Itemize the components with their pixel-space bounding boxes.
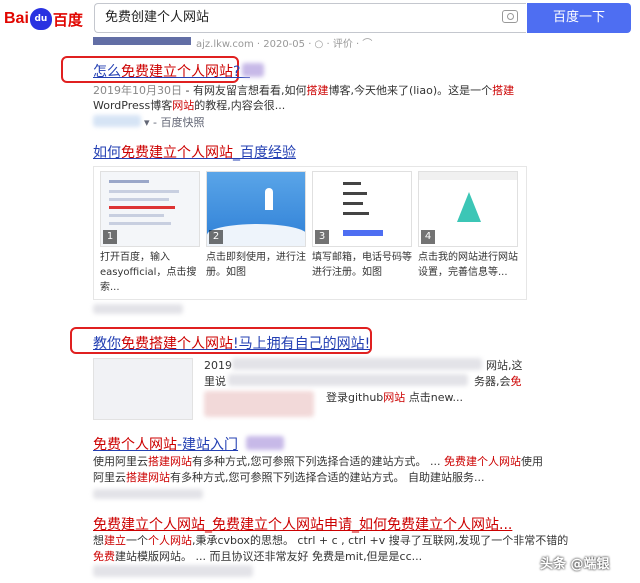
paw-icon: du — [29, 8, 52, 30]
redacted-text — [232, 358, 482, 370]
step-thumbnail: 1 — [100, 171, 200, 247]
result-snippet: 免费建站模版网站。 ... 而且协议还非常友好 免费是mit,但是是cc... — [93, 550, 423, 563]
search-button[interactable]: 百度一下 — [527, 3, 631, 33]
result-title[interactable]: 怎么免费建立个人网站? - — [93, 61, 250, 81]
result-snippet: WordPress博客网站的教程,内容会很... — [93, 99, 286, 112]
redacted-url — [93, 565, 253, 577]
step-thumbnail: 2 — [206, 171, 306, 247]
redacted-text — [246, 436, 284, 450]
step-card[interactable]: 4 点击我的网站进行网站设置，完善信息等... — [418, 171, 518, 280]
redacted-url — [93, 304, 183, 314]
watermark: 头条 @端银 — [540, 557, 610, 572]
result-snippet: 务器,会免 — [474, 375, 522, 388]
result-cache-link[interactable]: ▾ - 百度快照 — [144, 114, 205, 130]
result-snippet: 阿里云搭建网站有多种方式,您可参照下列选择合适的建站方式。 自助建站服务... — [93, 471, 485, 484]
result-snippet: 想建立一个个人网站,秉承cvbox的思想。 ctrl + c , ctrl +v… — [93, 534, 569, 547]
search-header: Bai du 百度 免费创建个人网站 百度一下 — [0, 0, 640, 38]
camera-icon[interactable] — [502, 10, 518, 23]
result-snippet: 2019 — [204, 359, 232, 372]
search-input[interactable]: 免费创建个人网站 — [94, 3, 526, 33]
result-title[interactable]: 免费建立个人网站_免费建立个人网站申请_如何免费建立个人网站... — [93, 514, 512, 534]
logo-text-bai: Bai — [4, 10, 29, 27]
redacted-url — [93, 115, 141, 127]
result-title[interactable]: 免费个人网站-建站入门 — [93, 434, 238, 454]
result-snippet: 使用阿里云搭建网站有多种方式,您可参照下列选择合适的建站方式。 ... 免费建个… — [93, 455, 543, 468]
step-thumbnail: 3 — [312, 171, 412, 247]
step-card[interactable]: 2 点击即刻使用，进行注册。如图 — [206, 171, 306, 280]
baidu-logo[interactable]: Bai du 百度 — [4, 6, 83, 32]
step-card[interactable]: 1 打开百度，输入easyofficial，点击搜索... — [100, 171, 200, 295]
step-cards: 1 打开百度，输入easyofficial，点击搜索... 2 点击即刻使用，进… — [93, 166, 527, 300]
redacted-url — [93, 489, 203, 499]
result-title[interactable]: 如何免费建立个人网站_百度经验 — [93, 142, 296, 162]
result-snippet: 登录github网站 点击new... — [326, 391, 463, 404]
redacted-text — [204, 391, 314, 417]
result-thumbnail[interactable] — [93, 358, 193, 420]
previous-result-url: ajz.lkw.com · 2020-05 · ○ · 评价 · ⌒ — [196, 39, 373, 50]
step-card[interactable]: 3 填写邮箱，电话号码等进行注册。如图 — [312, 171, 412, 280]
step-thumbnail: 4 — [418, 171, 518, 247]
redacted-text — [242, 63, 264, 77]
result-snippet: 里说 — [204, 375, 226, 388]
redacted-text — [228, 374, 468, 386]
previous-result-fragment — [93, 37, 191, 45]
result-title[interactable]: 教你免费搭建个人网站!马上拥有自己的网站! — [93, 333, 370, 353]
result-snippet: 网站,这 — [486, 359, 523, 372]
logo-text-baidu: 百度 — [52, 10, 83, 29]
